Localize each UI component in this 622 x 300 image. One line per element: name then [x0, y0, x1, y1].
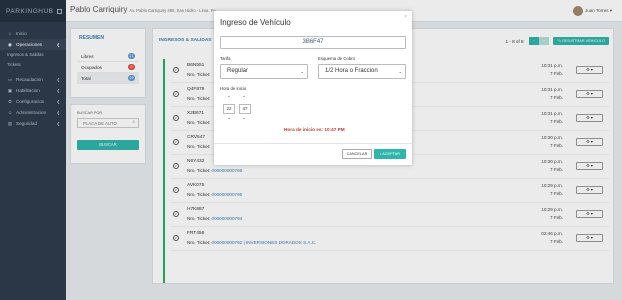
tarifa-label: Tarifa [220, 56, 231, 61]
hour-down-icon[interactable]: ⌄ [224, 115, 234, 121]
hour-input[interactable]: 22 [223, 104, 235, 114]
hour-up-icon[interactable]: ⌃ [224, 95, 234, 101]
hora-label: Hora de inicio [220, 86, 247, 91]
start-time-hint: Hora de inicio es: 10:47 PM [284, 127, 345, 132]
app-root: PARKINGHUB ⌂ Inicio ◉ Operaciones ❮ Ingreso… [0, 0, 622, 300]
minute-input[interactable]: 47 [239, 104, 251, 114]
cobro-select[interactable]: 1/2 Hora o Fraccion ⌄ [318, 64, 406, 79]
cobro-label: Esquema de Cobro [318, 56, 356, 61]
modal-title: Ingreso de Vehículo [220, 18, 291, 27]
cobro-value: 1/2 Hora o Fraccion [325, 68, 378, 74]
plate-input[interactable]: 3B6F47 [220, 36, 406, 49]
minute-down-icon[interactable]: ⌄ [239, 115, 249, 121]
minute-up-icon[interactable]: ⌃ [239, 95, 249, 101]
vehicle-entry-modal: Ingreso de Vehículo × 3B6F47 Tarifa Regu… [214, 11, 412, 165]
chevron-down-icon: ⌄ [300, 69, 304, 74]
accept-label: ACEPTAR [382, 152, 400, 156]
cancel-button[interactable]: CANCELAR [342, 149, 372, 159]
modal-divider [214, 143, 412, 144]
close-icon[interactable]: × [404, 14, 407, 20]
accept-button[interactable]: ▪ ACEPTAR [374, 149, 406, 159]
chevron-down-icon: ⌄ [398, 69, 402, 74]
tarifa-value: Regular [227, 68, 249, 74]
tarifa-select[interactable]: Regular ⌄ [220, 64, 308, 79]
